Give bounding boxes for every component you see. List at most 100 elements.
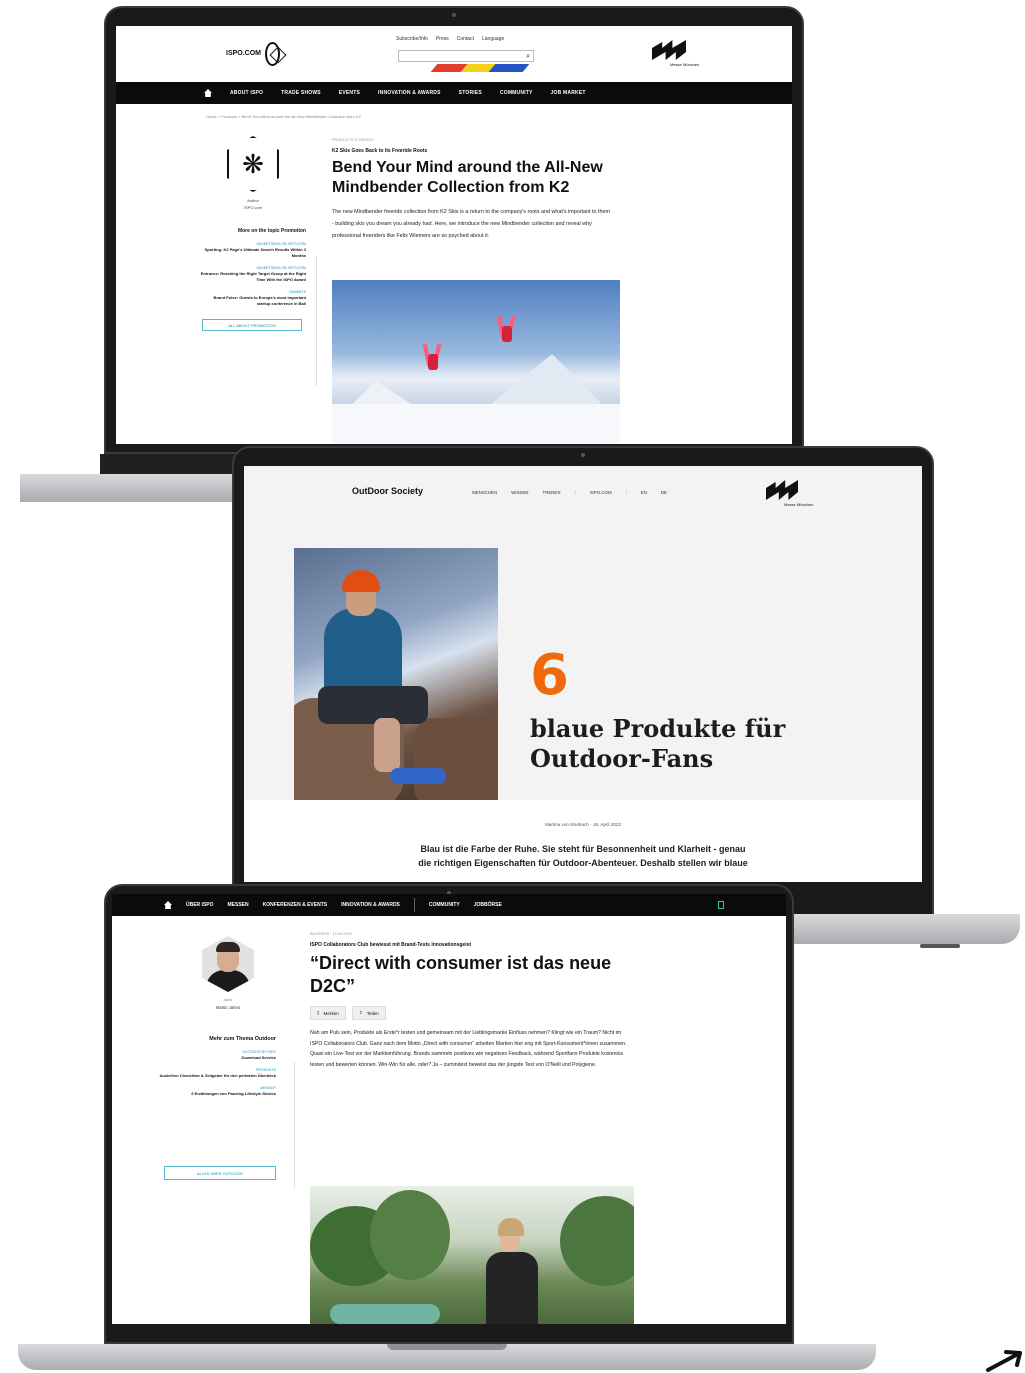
related-title: Brand Pulse: Guests to Europe's most imp…	[213, 295, 306, 306]
laptop-base	[18, 1344, 876, 1370]
nav-item[interactable]: MESSEN	[228, 902, 249, 908]
nav-item[interactable]: MENSCHEN	[472, 490, 497, 495]
ispo-logo[interactable]: ISPO.COM	[226, 40, 280, 68]
related-link[interactable]: PRODUKTE Ausleihen Checkliste & Zeitgebe…	[152, 1067, 276, 1079]
article-main: BUSINESS · 13.04.2023 ISPO Collaborators…	[310, 932, 640, 1070]
mm-mark-icon	[652, 40, 686, 60]
nav-item[interactable]: ISPO.COM	[590, 490, 612, 495]
article-sidebar: ❋ Author ISPO.com More on the topic Prom…	[200, 136, 306, 331]
article-sidebar: Mehr zum Thema Outdoor OUTDOOR BY ISPO D…	[152, 1036, 276, 1097]
nav-item[interactable]: KONFERENZEN & EVENTS	[263, 902, 327, 908]
related-link[interactable]: OUTDOOR BY ISPO Download Service	[152, 1049, 276, 1061]
author-role: Author	[247, 198, 259, 203]
author-role: Autor	[223, 998, 233, 1002]
article-kicker: PRODUCTS & TRENDS	[332, 138, 374, 142]
hero-image-woman	[310, 1186, 634, 1324]
site-brand[interactable]: OutDoor Society	[352, 486, 423, 496]
nav-item[interactable]: JOB MARKET	[551, 90, 586, 96]
headline-number: 6	[530, 643, 569, 708]
share-button[interactable]: ⇪ Teilen	[351, 1006, 386, 1020]
related-link[interactable]: ADVERTISING ON ISPO.COM Entrance: Reachi…	[200, 265, 306, 283]
related-title: Sporting: K2 Page's Ultimate Search Resu…	[204, 247, 306, 258]
search-input[interactable]: ⌕	[398, 50, 534, 62]
home-icon[interactable]	[164, 901, 172, 909]
nav-item[interactable]: COMMUNITY	[429, 902, 460, 908]
more-heading: More on the topic Promotion	[237, 228, 306, 234]
breadcrumb[interactable]: Home > Products > Bend Your Mind around …	[206, 114, 361, 119]
site-header: ISPO.COM Subscribe/Info Press Contact La…	[116, 26, 792, 82]
avatar-hair	[216, 942, 240, 952]
all-about-button[interactable]: ALLES ÜBER OUTDOOR	[164, 1166, 276, 1180]
nav-separator: |	[625, 490, 627, 495]
nav-item[interactable]: INNOVATION & AWARDS	[378, 90, 441, 96]
nav-item[interactable]: ABOUT ISPO	[230, 90, 263, 96]
ispo-emblem-icon	[265, 42, 280, 66]
color-stripes	[430, 62, 534, 80]
nav-item[interactable]: TRADE SHOWS	[281, 90, 321, 96]
yoga-mat	[330, 1304, 440, 1324]
nav-item[interactable]: INNOVATION & AWARDS	[341, 902, 400, 908]
more-heading: Mehr zum Thema Outdoor	[209, 1036, 276, 1042]
nav-divider	[413, 898, 415, 912]
bookmark-icon: ▯	[317, 1010, 320, 1015]
stripe-blue	[488, 64, 530, 72]
hiker-jacket	[324, 608, 402, 698]
rock	[414, 718, 498, 800]
webcam	[581, 453, 585, 457]
share-icon: ⇪	[358, 1010, 363, 1015]
article-title: “Direct with consumer ist das neue D2C”	[310, 953, 612, 996]
util-link[interactable]: Language	[482, 36, 504, 42]
util-link[interactable]: Contact	[457, 36, 474, 42]
article-subline: ISPO Collaborators Club bewiesst mit Bra…	[310, 942, 472, 948]
nav-item[interactable]: TRENDS	[542, 490, 560, 495]
article-title: Bend Your Mind around the All-New Mindbe…	[332, 159, 603, 196]
util-link[interactable]: Press	[436, 36, 449, 42]
mm-mark-icon	[766, 480, 798, 500]
utility-links: Subscribe/Info Press Contact Language	[396, 36, 504, 42]
related-link[interactable]: SUMMITS Brand Pulse: Guests to Europe's …	[200, 289, 306, 307]
nav-item[interactable]: WISSEN	[511, 490, 528, 495]
hiker-shoe	[390, 768, 446, 784]
hero-image-hiker	[294, 548, 498, 800]
nav-item[interactable]: EVENTS	[339, 90, 360, 96]
laptop-foot	[920, 944, 960, 948]
ispo-emblem-icon: ❋	[242, 149, 264, 179]
home-icon[interactable]	[204, 89, 212, 97]
bookmark-icon[interactable]	[718, 901, 724, 909]
laptop-screen: OutDoor Society MENSCHEN WISSEN TRENDS |…	[244, 466, 922, 882]
divider	[294, 1062, 295, 1188]
messe-muenchen-logo[interactable]: Messe München	[652, 40, 704, 70]
bookmark-label: Merken	[323, 1010, 339, 1016]
divider	[316, 256, 317, 386]
nav-separator: |	[574, 490, 576, 495]
bookmark-button[interactable]: ▯ Merken	[310, 1006, 346, 1020]
language-option[interactable]: DE	[661, 490, 667, 495]
author-name[interactable]: Martin Jahns	[192, 1005, 264, 1010]
site-header: OutDoor Society MENSCHEN WISSEN TRENDS |…	[244, 466, 922, 522]
laptop-screen: ISPO.COM Subscribe/Info Press Contact La…	[116, 26, 792, 444]
skier-body	[428, 354, 438, 370]
related-link[interactable]: MENSCH 6 Erzählungen von Pausing-Lifesty…	[152, 1085, 276, 1097]
nav-item[interactable]: JOBBÖRSE	[474, 902, 502, 908]
main-nav: ÜBER ISPO MESSEN KONFERENZEN & EVENTS IN…	[112, 894, 786, 916]
author-name[interactable]: ISPO.com	[200, 205, 306, 210]
hiker-leg	[374, 718, 400, 772]
util-link[interactable]: Subscribe/Info	[396, 36, 428, 42]
expand-arrow-icon[interactable]	[984, 1348, 1024, 1373]
article-meta: Martina von Ilmebach · 16. April 2023	[544, 822, 622, 827]
all-about-button[interactable]: ALL ABOUT PROMOTION	[202, 319, 302, 331]
related-title: Ausleihen Checkliste & Zeitgeber für den…	[159, 1073, 276, 1078]
language-option[interactable]: EN	[641, 490, 647, 495]
skier-figure	[422, 343, 442, 378]
nav-item[interactable]: COMMUNITY	[500, 90, 533, 96]
nav-item[interactable]: ÜBER ISPO	[186, 902, 214, 908]
article-subline: K2 Skis Goes Back to its Freeride Roots	[332, 148, 428, 154]
related-title: 6 Erzählungen von Pausing-Lifestyle-Stor…	[191, 1091, 276, 1096]
messe-muenchen-logo[interactable]: Messe München	[766, 480, 818, 510]
nav-item[interactable]: STORIES	[459, 90, 482, 96]
search-icon[interactable]: ⌕	[526, 53, 530, 60]
author-avatar[interactable]	[202, 936, 254, 992]
related-link[interactable]: ADVERTISING ON ISPO.COM Sporting: K2 Pag…	[200, 241, 306, 259]
related-title: Entrance: Reaching the Right Target Grou…	[200, 271, 306, 282]
main-nav: MENSCHEN WISSEN TRENDS | ISPO.COM | EN D…	[472, 490, 667, 495]
